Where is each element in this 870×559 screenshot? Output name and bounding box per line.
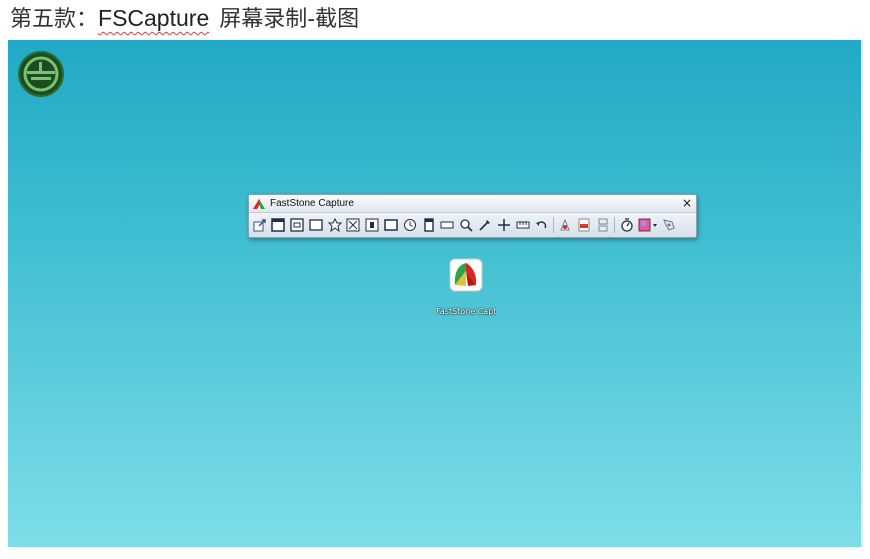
- screen-ruler-icon[interactable]: [439, 217, 456, 234]
- screen-recorder-icon[interactable]: [420, 217, 437, 234]
- shortcut-label: FastStone Capture: [436, 307, 496, 316]
- faststone-capture-shortcut[interactable]: FastStone Capture: [436, 243, 496, 321]
- open-in-editor-icon[interactable]: [251, 217, 268, 234]
- output-to-editor-icon[interactable]: [557, 217, 574, 234]
- convert-images-icon[interactable]: [594, 217, 611, 234]
- faststone-capture-icon: [449, 258, 483, 292]
- capture-fixed-region-icon[interactable]: [383, 217, 400, 234]
- toolbar-separator: [552, 217, 554, 233]
- capture-scrolling-window-icon[interactable]: [364, 217, 381, 234]
- faststone-logo-icon: [253, 198, 265, 209]
- window-titlebar[interactable]: FastStone Capture ×: [249, 195, 696, 213]
- delayed-capture-icon[interactable]: [401, 217, 418, 234]
- desktop: FastStone Capture × FastStone Capt: [8, 40, 861, 547]
- color-settings-icon[interactable]: [637, 217, 659, 234]
- color-picker-icon[interactable]: [477, 217, 494, 234]
- green-circle-logo-icon: [18, 51, 64, 97]
- screenshot-edge: [861, 40, 863, 547]
- heading-app-name: FSCapture: [98, 5, 210, 31]
- crosshair-icon[interactable]: [495, 217, 512, 234]
- heading-prefix: 第五款：: [10, 7, 99, 32]
- magnifier-icon[interactable]: [458, 217, 475, 234]
- capture-active-window-icon[interactable]: [270, 217, 287, 234]
- timer-icon[interactable]: [618, 217, 635, 234]
- capture-rectangle-icon[interactable]: [307, 217, 324, 234]
- heading-suffix: 屏幕录制-截图: [219, 7, 360, 32]
- capture-freehand-icon[interactable]: [326, 217, 343, 234]
- capture-full-screen-icon[interactable]: [345, 217, 362, 234]
- settings-menu-icon[interactable]: [661, 217, 678, 234]
- article-heading: 第五款：FSCapture 屏幕录制-截图: [10, 3, 359, 33]
- capture-window-object-icon[interactable]: [289, 217, 306, 234]
- ruler-icon[interactable]: [514, 217, 531, 234]
- undo-icon[interactable]: [533, 217, 550, 234]
- capture-tools-row: [249, 213, 696, 237]
- toolbar-separator: [614, 217, 616, 233]
- close-button[interactable]: ×: [682, 195, 692, 212]
- faststone-capture-window[interactable]: FastStone Capture ×: [248, 194, 697, 238]
- window-title: FastStone Capture: [270, 198, 354, 209]
- pdf-output-icon[interactable]: [576, 217, 593, 234]
